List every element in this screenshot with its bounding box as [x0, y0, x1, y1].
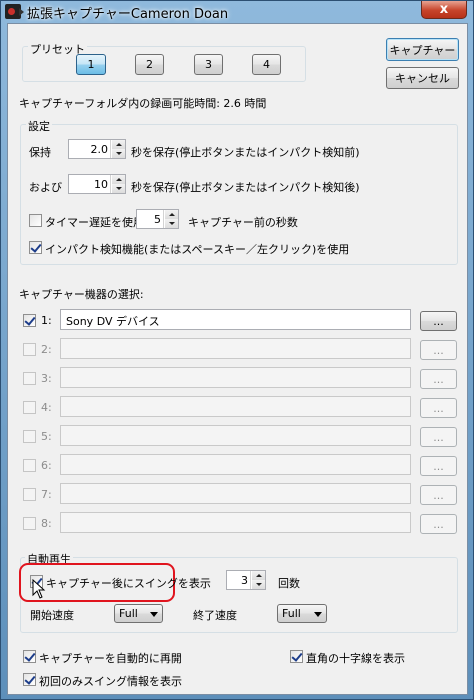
device-1-checkbox[interactable] — [23, 314, 36, 327]
keep-seconds-value: 2.0 — [90, 143, 109, 156]
device-3-browse-button[interactable]: ... — [420, 369, 457, 389]
device-5-field[interactable] — [60, 425, 411, 446]
keep-down-icon[interactable] — [112, 149, 125, 158]
device-3-field[interactable] — [60, 367, 411, 388]
device-8-number: 8: — [41, 517, 52, 530]
preset-4-button[interactable]: 4 — [252, 54, 281, 75]
count-up-icon[interactable] — [252, 571, 265, 580]
cursor-icon — [32, 579, 46, 599]
replay-count-stepper[interactable]: 3 — [226, 570, 266, 590]
device-4-field[interactable] — [60, 396, 411, 417]
device-2-browse-button[interactable]: ... — [420, 340, 457, 360]
impact-detection-checkbox[interactable] — [29, 241, 42, 254]
device-2-checkbox[interactable] — [23, 343, 36, 356]
timer-up-icon[interactable] — [165, 210, 178, 219]
end-speed-label: 終了速度 — [193, 609, 237, 622]
title-bar: 拡張キャプチャーCameron Doan x — [1, 1, 473, 23]
device-6-checkbox[interactable] — [23, 459, 36, 472]
preset-3-button[interactable]: 3 — [194, 54, 223, 75]
device-7-number: 7: — [41, 488, 52, 501]
first-swing-info-label: 初回のみスイング情報を表示 — [39, 675, 182, 688]
timer-seconds-value: 5 — [154, 213, 161, 226]
device-1-field[interactable]: Sony DV デバイス — [60, 309, 411, 330]
end-speed-select[interactable]: Full — [277, 604, 327, 623]
after-seconds-value: 10 — [94, 178, 108, 191]
dialog-client: プリセット 1 2 3 4 キャプチャー キャンセル キャプチャーフォルダ内の録… — [7, 23, 468, 695]
crosshair-checkbox[interactable] — [290, 650, 303, 663]
device-5-number: 5: — [41, 430, 52, 443]
device-select-label: キャプチャー機器の選択: — [19, 288, 144, 301]
keep-description: 秒を保存(停止ボタンまたはインパクト検知前) — [131, 146, 360, 159]
device-1-number: 1: — [41, 314, 52, 327]
device-4-checkbox[interactable] — [23, 401, 36, 414]
camera-icon — [5, 4, 24, 19]
timer-delay-label: タイマー遅延を使用 — [45, 216, 144, 229]
device-8-field[interactable] — [60, 512, 411, 533]
device-6-number: 6: — [41, 459, 52, 472]
timer-down-icon[interactable] — [165, 219, 178, 228]
device-5-browse-button[interactable]: ... — [420, 427, 457, 447]
replay-count-label: 回数 — [278, 577, 300, 590]
auto-restart-label: キャプチャーを自動的に再開 — [39, 652, 182, 665]
device-7-browse-button[interactable]: ... — [420, 485, 457, 505]
start-speed-label: 開始速度 — [30, 609, 74, 622]
end-speed-value: Full — [282, 607, 301, 620]
device-2-field[interactable] — [60, 338, 411, 359]
crosshair-label: 直角の十字線を表示 — [306, 652, 405, 665]
replay-count-value: 3 — [241, 574, 248, 587]
timer-seconds-stepper[interactable]: 5 — [136, 209, 179, 229]
device-5-checkbox[interactable] — [23, 430, 36, 443]
after-up-icon[interactable] — [112, 175, 125, 184]
preset-1-button[interactable]: 1 — [76, 54, 106, 75]
count-down-icon[interactable] — [252, 580, 265, 589]
cancel-button[interactable]: キャンセル — [386, 67, 459, 89]
device-6-browse-button[interactable]: ... — [420, 456, 457, 476]
recording-time-text: キャプチャーフォルダ内の録画可能時間: 2.6 時間 — [19, 97, 267, 110]
capture-button[interactable]: キャプチャー — [386, 38, 459, 61]
after-down-icon[interactable] — [112, 184, 125, 193]
start-speed-select[interactable]: Full — [114, 604, 163, 623]
device-8-browse-button[interactable]: ... — [420, 514, 457, 534]
preset-2-button[interactable]: 2 — [135, 54, 164, 75]
device-3-checkbox[interactable] — [23, 372, 36, 385]
first-swing-info-checkbox[interactable] — [23, 673, 36, 686]
window-title: 拡張キャプチャーCameron Doan — [27, 7, 229, 22]
keep-up-icon[interactable] — [112, 140, 125, 149]
device-4-number: 4: — [41, 401, 52, 414]
device-7-checkbox[interactable] — [23, 488, 36, 501]
after-seconds-stepper[interactable]: 10 — [68, 174, 126, 194]
and-label: および — [29, 181, 62, 194]
timer-delay-checkbox[interactable] — [29, 214, 42, 227]
auto-restart-checkbox[interactable] — [23, 650, 36, 663]
impact-detection-label: インパクト検知機能(またはスペースキー／左クリック)を使用 — [45, 243, 350, 256]
after-description: 秒を保存(停止ボタンまたはインパクト検知後) — [131, 181, 360, 194]
keep-label: 保持 — [29, 146, 51, 159]
start-speed-value: Full — [119, 607, 138, 620]
chevron-down-icon — [150, 612, 158, 617]
device-7-field[interactable] — [60, 483, 411, 504]
device-1-browse-button[interactable]: ... — [420, 311, 457, 331]
chevron-down-icon — [314, 612, 322, 617]
device-8-checkbox[interactable] — [23, 517, 36, 530]
device-6-field[interactable] — [60, 454, 411, 475]
capture-window: 拡張キャプチャーCameron Doan x プリセット 1 2 3 4 キャプ… — [0, 0, 474, 700]
device-4-browse-button[interactable]: ... — [420, 398, 457, 418]
close-button[interactable]: x — [421, 1, 467, 19]
device-2-number: 2: — [41, 343, 52, 356]
keep-seconds-stepper[interactable]: 2.0 — [68, 139, 126, 159]
device-3-number: 3: — [41, 372, 52, 385]
timer-description: キャプチャー前の秒数 — [188, 216, 298, 229]
settings-label: 設定 — [26, 118, 52, 134]
show-swing-label: キャプチャー後にスイングを表示 — [46, 577, 211, 590]
